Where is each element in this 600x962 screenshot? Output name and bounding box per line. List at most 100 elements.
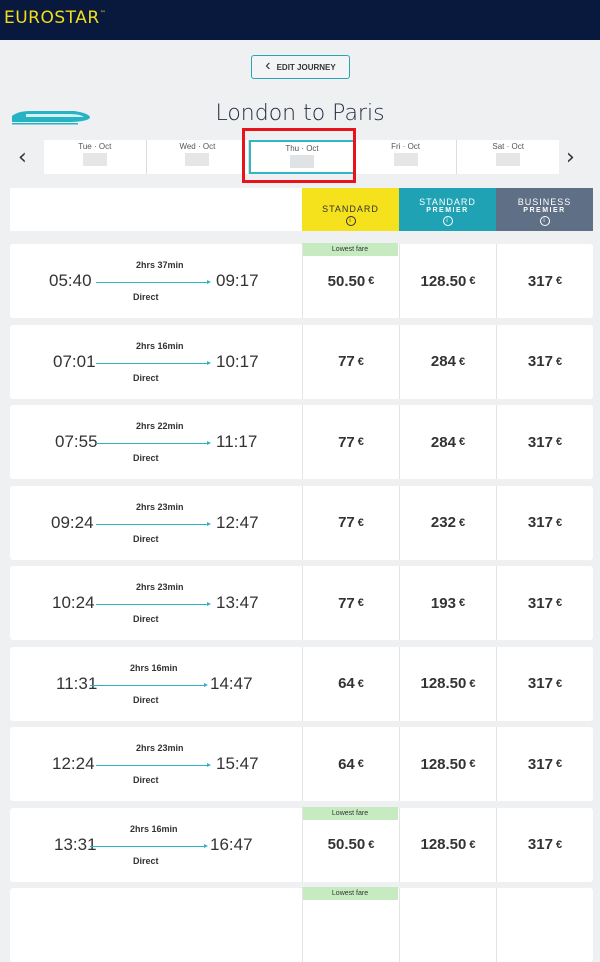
fare-standard-premier[interactable]: 128.50 €	[399, 727, 496, 801]
fare-business-premier[interactable]: 317 €	[496, 244, 593, 318]
journey-duration: 2hrs 23min	[136, 501, 184, 512]
currency-symbol: €	[357, 516, 364, 529]
fare-standard[interactable]: 50.50 €	[302, 244, 399, 318]
train-row: Lowest fare	[10, 887, 593, 962]
journey-duration: 2hrs 23min	[136, 743, 184, 753]
journey-duration: 2hrs 37min	[136, 260, 184, 270]
fare-amount: 77	[338, 594, 355, 612]
journey-duration: 2hrs 16min	[130, 662, 178, 673]
fare-standard-premier[interactable]: 284 €	[399, 324, 496, 399]
info-icon[interactable]: i	[442, 216, 453, 226]
arrival-time: 10:17	[216, 351, 259, 371]
chevron-right-icon[interactable]: ›	[566, 145, 575, 170]
fare-amount: 77	[338, 353, 355, 370]
fare-standard-premier[interactable]: 193 €	[399, 566, 496, 640]
fare-business-premier[interactable]: 317 €	[496, 324, 593, 399]
fare-business-premier[interactable]	[496, 888, 593, 962]
fare-business-premier[interactable]: 317 €	[496, 485, 593, 560]
fare-standard-premier[interactable]: 284 €	[399, 405, 496, 479]
date-option[interactable]: Wed · Oct	[147, 140, 250, 174]
fare-standard[interactable]: 77 €	[302, 485, 399, 560]
fare-business-premier[interactable]: 317 €	[496, 727, 593, 801]
fare-standard[interactable]: 64 €	[302, 727, 399, 801]
departure-time: 13:31	[54, 834, 97, 854]
departure-time: 10:24	[52, 593, 95, 612]
fare-standard[interactable]: 77 €	[302, 405, 399, 479]
fare-amount: 317	[527, 272, 553, 290]
date-option[interactable]: Sat · Oct	[457, 140, 559, 174]
fare-amount: 193	[430, 594, 456, 612]
fare-standard[interactable]	[302, 888, 399, 962]
train-row: 12:24 2hrs 23min 15:47 Direct 64 €128.50 €317 €	[10, 727, 593, 801]
train-row: 11:31 2hrs 16min 14:47 Direct 64 €128.50 €317 €	[10, 646, 593, 721]
fare-standard-premier[interactable]: 128.50 €	[399, 244, 496, 318]
logo-trademark: ™	[99, 10, 107, 17]
journey-line	[96, 360, 211, 365]
route-title: London to Paris	[215, 101, 385, 126]
currency-symbol: €	[458, 355, 466, 368]
fare-business-premier[interactable]: 317 €	[496, 646, 593, 721]
currency-symbol: €	[555, 597, 563, 609]
date-day-placeholder	[496, 153, 521, 166]
currency-symbol: €	[555, 838, 563, 851]
fare-amount: 317	[527, 675, 553, 692]
fare-standard[interactable]: 77 €	[302, 324, 399, 399]
departure-time: 05:40	[49, 271, 92, 290]
fare-business-premier[interactable]: 317 €	[496, 807, 593, 882]
train-row: Lowest fare 05:40 2hrs 37min 09:17 Direct 50.…	[10, 243, 593, 318]
currency-symbol: €	[555, 516, 563, 529]
currency-symbol: €	[555, 355, 563, 368]
train-row: 10:24 2hrs 23min 13:47 Direct 77 €193 €317 €	[10, 566, 593, 640]
journey-type: Direct	[133, 614, 159, 624]
info-icon[interactable]: i	[345, 216, 356, 226]
date-option[interactable]: Thu · Oct	[249, 140, 355, 174]
arrival-time: 15:47	[216, 754, 259, 773]
journey-type: Direct	[133, 453, 159, 463]
currency-symbol: €	[357, 758, 364, 770]
date-label: Wed · Oct	[179, 142, 216, 151]
fare-header-standard[interactable]: STANDARD i	[302, 188, 399, 231]
fare-header-standard-premier[interactable]: STANDARD PREMIER i	[399, 188, 496, 231]
fare-amount: 64	[338, 755, 355, 773]
train-row: Lowest fare 13:31 2hrs 16min 16:47 Direct 50.…	[10, 806, 593, 882]
arrival-time: 11:17	[216, 432, 258, 451]
fare-standard[interactable]: 77 €	[302, 566, 399, 640]
journey-line	[96, 521, 211, 526]
currency-symbol: €	[555, 275, 563, 287]
journey-line	[96, 763, 211, 767]
info-icon[interactable]: i	[539, 216, 550, 226]
date-day-placeholder	[185, 153, 210, 166]
journey-line	[96, 602, 211, 606]
fare-standard-premier[interactable]: 128.50 €	[399, 807, 496, 882]
fare-standard[interactable]: 64 €	[302, 646, 399, 721]
date-label: Tue · Oct	[78, 142, 112, 151]
fare-header-business-premier[interactable]: BUSINESS PREMIER i	[496, 188, 593, 231]
date-option[interactable]: Tue · Oct	[44, 140, 147, 174]
fare-standard-premier[interactable]: 128.50 €	[399, 646, 496, 721]
date-label: Fri · Oct	[391, 142, 421, 151]
journey-line	[90, 682, 208, 687]
fare-business-premier[interactable]: 317 €	[496, 405, 593, 479]
fare-standard-premier[interactable]	[399, 888, 496, 962]
date-option[interactable]: Fri · Oct	[355, 140, 458, 174]
chevron-left-icon[interactable]: ‹	[18, 145, 27, 170]
fare-standard[interactable]: 50.50 €	[302, 807, 399, 882]
currency-symbol: €	[555, 677, 563, 690]
departure-time: 11:31	[56, 673, 98, 693]
fare-amount: 128.50	[420, 272, 467, 290]
currency-symbol: €	[458, 597, 466, 609]
eurostar-logo[interactable]: EUROSTAR™	[4, 8, 106, 28]
fare-amount: 317	[527, 836, 553, 853]
fare-business-premier[interactable]: 317 €	[496, 566, 593, 640]
fare-amount: 128.50	[420, 675, 467, 692]
journey-duration: 2hrs 22min	[136, 421, 184, 431]
fare-amount: 317	[527, 433, 553, 451]
fare-amount: 77	[338, 433, 355, 451]
departure-time: 12:24	[52, 754, 95, 773]
journey-duration: 2hrs 16min	[136, 340, 184, 351]
fare-amount: 232	[430, 514, 456, 531]
arrival-time: 12:47	[216, 512, 259, 532]
fare-standard-premier[interactable]: 232 €	[399, 485, 496, 560]
currency-symbol: €	[469, 838, 476, 851]
edit-journey-button[interactable]: ‹ EDIT JOURNEY	[251, 55, 350, 79]
